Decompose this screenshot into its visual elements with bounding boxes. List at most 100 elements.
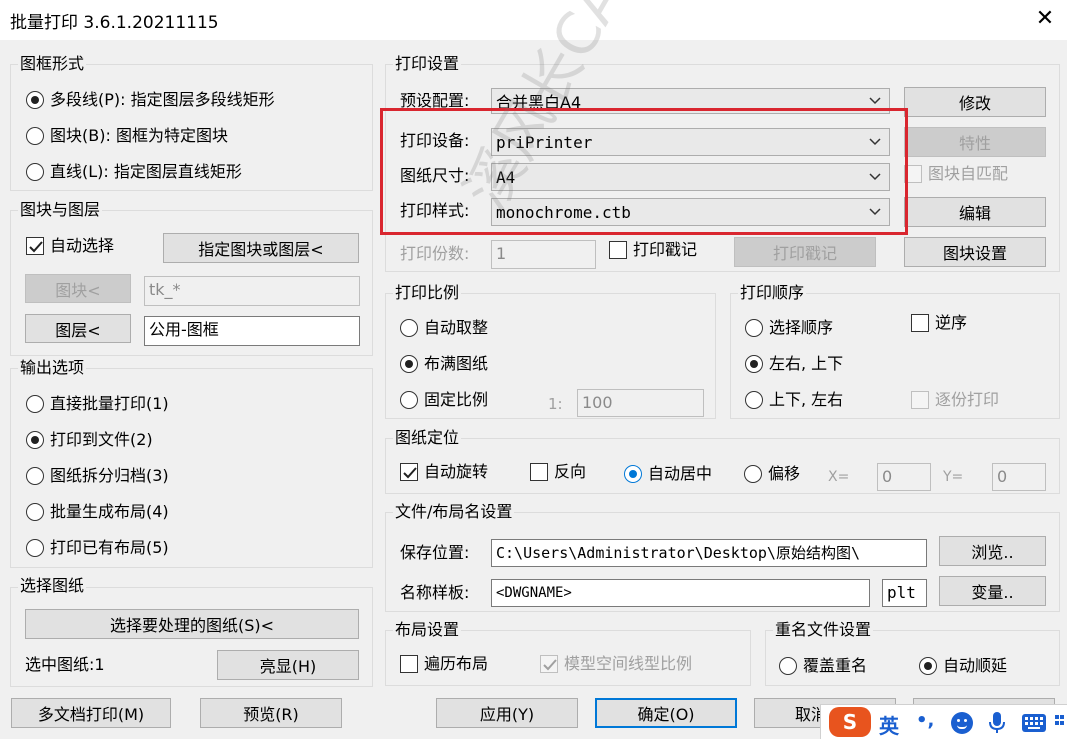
copies-field[interactable]: 1 bbox=[491, 240, 596, 269]
auto-rotate-label[interactable]: 自动旋转 bbox=[424, 461, 488, 483]
ime-logo-letter: S bbox=[842, 710, 858, 734]
frame-block-radio[interactable] bbox=[26, 127, 44, 145]
order-selection-radio[interactable] bbox=[745, 319, 763, 337]
save-location-label: 保存位置: bbox=[400, 543, 470, 562]
reverse-checkbox[interactable] bbox=[530, 463, 548, 481]
reverse-order-checkbox[interactable] bbox=[911, 314, 929, 332]
print-order-title: 打印顺序 bbox=[738, 283, 807, 303]
modify-button[interactable]: 修改 bbox=[904, 87, 1046, 117]
offset-label[interactable]: 偏移 bbox=[768, 463, 800, 485]
stamp-check-label[interactable]: 打印戳记 bbox=[633, 239, 697, 261]
output-existing-label[interactable]: 打印已有布局(5) bbox=[50, 537, 169, 559]
collate-label[interactable]: 逐份打印 bbox=[935, 389, 999, 411]
output-layout-label[interactable]: 批量生成布局(4) bbox=[50, 501, 169, 523]
order-selection-label[interactable]: 选择顺序 bbox=[769, 317, 833, 339]
scale-auto-round-radio[interactable] bbox=[400, 319, 418, 337]
scale-fixed-radio[interactable] bbox=[400, 391, 418, 409]
offset-x-field[interactable]: 0 bbox=[877, 463, 931, 491]
select-drawings-button[interactable]: 选择要处理的图纸(S)< bbox=[25, 609, 359, 639]
output-file-label[interactable]: 打印到文件(2) bbox=[50, 429, 153, 451]
close-icon[interactable]: ✕ bbox=[1030, 2, 1060, 36]
variable-button[interactable]: 变量.. bbox=[939, 576, 1046, 606]
output-file-radio[interactable] bbox=[26, 431, 44, 449]
rename-title: 重名文件设置 bbox=[773, 620, 874, 640]
auto-select-label[interactable]: 自动选择 bbox=[50, 235, 114, 257]
apply-button[interactable]: 应用(Y) bbox=[436, 698, 578, 728]
stamp-button[interactable]: 打印戳记 bbox=[734, 237, 876, 267]
scale-auto-round-label[interactable]: 自动取整 bbox=[424, 317, 488, 339]
browse-button[interactable]: 浏览.. bbox=[939, 536, 1046, 566]
ime-more-icon[interactable] bbox=[1055, 715, 1065, 731]
ime-keyboard-icon[interactable] bbox=[1021, 713, 1047, 733]
frame-polyline-radio[interactable] bbox=[26, 91, 44, 109]
model-linetype-label[interactable]: 模型空间线型比例 bbox=[564, 653, 692, 675]
traverse-layout-checkbox[interactable] bbox=[400, 655, 418, 673]
scale-fit-radio[interactable] bbox=[400, 355, 418, 373]
ime-logo-icon[interactable]: S bbox=[829, 707, 871, 737]
auto-select-checkbox[interactable] bbox=[26, 237, 44, 255]
model-linetype-checkbox[interactable] bbox=[540, 655, 558, 673]
save-location-field[interactable]: C:\Users\Administrator\Desktop\原始结构图\ bbox=[491, 539, 927, 567]
output-options-title: 输出选项 bbox=[18, 358, 87, 378]
output-layout-radio[interactable] bbox=[26, 503, 44, 521]
overwrite-label[interactable]: 覆盖重名 bbox=[803, 655, 867, 677]
frame-block-label[interactable]: 图块(B): 图框为特定图块 bbox=[50, 125, 228, 147]
check-icon bbox=[403, 467, 417, 479]
frame-type-title: 图框形式 bbox=[18, 54, 87, 74]
block-settings-button[interactable]: 图块设置 bbox=[904, 237, 1046, 267]
auto-center-radio[interactable] bbox=[624, 465, 642, 483]
offset-y-field[interactable]: 0 bbox=[992, 463, 1046, 491]
output-split-label[interactable]: 图纸拆分归档(3) bbox=[50, 465, 169, 487]
offset-radio[interactable] bbox=[744, 465, 762, 483]
properties-button[interactable]: 特性 bbox=[904, 127, 1046, 157]
ime-microphone-icon[interactable] bbox=[987, 711, 1007, 735]
frame-line-label[interactable]: 直线(L): 指定图层直线矩形 bbox=[50, 161, 242, 183]
auto-increment-radio[interactable] bbox=[919, 657, 937, 675]
auto-rotate-checkbox[interactable] bbox=[400, 463, 418, 481]
check-icon bbox=[29, 241, 43, 253]
ime-punct-icon[interactable]: •, bbox=[916, 710, 934, 731]
layer-name-field[interactable]: 公用-图框 bbox=[144, 316, 360, 346]
highlight-button[interactable]: 亮显(H) bbox=[217, 650, 359, 680]
block-match-label[interactable]: 图块自匹配 bbox=[928, 163, 1008, 185]
traverse-layout-label[interactable]: 遍历布局 bbox=[424, 653, 488, 675]
frame-line-radio[interactable] bbox=[26, 163, 44, 181]
reverse-label[interactable]: 反向 bbox=[554, 461, 586, 483]
ratio-prefix-label: 1: bbox=[548, 395, 563, 413]
auto-center-label[interactable]: 自动居中 bbox=[648, 463, 712, 485]
order-lr-tb-radio[interactable] bbox=[745, 355, 763, 373]
ok-button[interactable]: 确定(O) bbox=[595, 698, 737, 728]
output-direct-label[interactable]: 直接批量打印(1) bbox=[50, 393, 169, 415]
output-direct-radio[interactable] bbox=[26, 395, 44, 413]
order-tb-lr-label[interactable]: 上下, 左右 bbox=[769, 389, 843, 411]
multi-doc-print-button[interactable]: 多文档打印(M) bbox=[11, 698, 171, 728]
overwrite-radio[interactable] bbox=[779, 657, 797, 675]
scale-fixed-label[interactable]: 固定比例 bbox=[424, 389, 488, 411]
edit-button[interactable]: 编辑 bbox=[904, 197, 1046, 227]
layer-pick-button[interactable]: 图层< bbox=[25, 314, 131, 343]
ratio-field[interactable]: 100 bbox=[577, 389, 704, 417]
order-tb-lr-radio[interactable] bbox=[745, 391, 763, 409]
output-split-radio[interactable] bbox=[26, 467, 44, 485]
specify-block-layer-button[interactable]: 指定图块或图层< bbox=[163, 233, 359, 263]
offset-x-label: X= bbox=[828, 469, 850, 485]
name-template-label: 名称样板: bbox=[400, 583, 470, 602]
file-extension-field[interactable]: plt bbox=[882, 579, 927, 607]
chevron-down-icon bbox=[869, 97, 881, 105]
frame-polyline-label[interactable]: 多段线(P): 指定图层多段线矩形 bbox=[50, 89, 275, 111]
output-existing-radio[interactable] bbox=[26, 539, 44, 557]
ime-mode-label[interactable]: 英 bbox=[879, 710, 899, 739]
collate-checkbox[interactable] bbox=[911, 391, 929, 409]
preview-button[interactable]: 预览(R) bbox=[200, 698, 342, 728]
scale-fit-label[interactable]: 布满图纸 bbox=[424, 353, 488, 375]
reverse-order-label[interactable]: 逆序 bbox=[935, 312, 967, 334]
ime-emoji-icon[interactable] bbox=[951, 712, 973, 734]
auto-increment-label[interactable]: 自动顺延 bbox=[943, 655, 1007, 677]
offset-y-label: Y= bbox=[943, 469, 964, 485]
block-name-field[interactable]: tk_* bbox=[144, 276, 360, 306]
layout-settings-title: 布局设置 bbox=[393, 620, 462, 640]
order-lr-tb-label[interactable]: 左右, 上下 bbox=[769, 353, 843, 375]
name-template-field[interactable]: <DWGNAME> bbox=[491, 579, 870, 607]
stamp-checkbox[interactable] bbox=[609, 241, 627, 259]
block-pick-button[interactable]: 图块< bbox=[25, 274, 131, 303]
